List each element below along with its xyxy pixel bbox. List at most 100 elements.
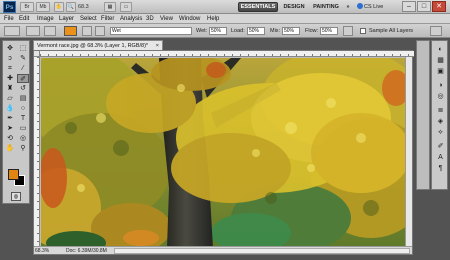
document-window: 68.3% Doc: 6.39M/30.8M	[33, 50, 414, 255]
load-label: Load:	[231, 28, 245, 34]
document-title: Vermont race.jpg @ 68.3% (Layer 1, RGB/8…	[37, 43, 149, 49]
horizontal-scrollbar[interactable]	[114, 248, 410, 254]
painted-tree-image	[41, 58, 407, 248]
masks-icon[interactable]: ◎	[435, 92, 446, 101]
cs-live-label: CS Live	[364, 4, 384, 10]
channels-icon[interactable]: ◈	[435, 117, 446, 126]
menu-filter[interactable]: Filter	[101, 14, 114, 24]
screen-mode-button[interactable]: ▭	[120, 2, 132, 12]
gradient-icon[interactable]: ▤	[17, 94, 29, 103]
paths-icon[interactable]: ⟡	[435, 128, 446, 137]
panel-dock: ◐ ▦ ▣ ◑ ◎ ≣ ◈ ⟡ ✐ A ¶	[431, 40, 448, 190]
tool-preset-picker[interactable]	[4, 26, 20, 36]
status-doc-size: Doc: 6.39M/30.8M	[66, 248, 107, 254]
application-bar: Ps Br Mb ✋ 🔍 68.3 ▦ ▭ ESSENTIALS DESIGN …	[0, 0, 450, 14]
menu-edit[interactable]: Edit	[19, 14, 29, 24]
photoshop-logo: Ps	[3, 1, 16, 13]
menu-image[interactable]: Image	[37, 14, 54, 24]
type-icon[interactable]: T	[17, 114, 29, 123]
tools-panel: ✥ ⬚ ↄ ✎ ⌗ ⁄ ✚ ✐ ♜ ↺ ▱ ▤ 💧 ○ ✒ T ➤ ▭ ⟲ ◎ …	[2, 40, 30, 204]
wet-label: Wet:	[196, 28, 208, 34]
clean-brush-icon[interactable]	[95, 26, 105, 36]
adjustments-icon[interactable]: ◑	[435, 81, 446, 90]
marquee-icon[interactable]: ⬚	[17, 44, 29, 53]
workspace-essentials[interactable]: ESSENTIALS	[238, 2, 278, 12]
document-tab[interactable]: Vermont race.jpg @ 68.3% (Layer 1, RGB/8…	[33, 40, 163, 50]
load-brush-icon[interactable]	[82, 26, 92, 36]
zoom-level[interactable]: 68.3	[78, 2, 100, 12]
status-zoom[interactable]: 68.3%	[35, 247, 49, 255]
quick-mask-icon[interactable]	[11, 192, 21, 201]
collapsed-panel-strip	[416, 40, 430, 190]
load-field[interactable]: 50%	[247, 27, 265, 35]
status-bar: 68.3% Doc: 6.39M/30.8M	[34, 246, 412, 254]
dodge-icon[interactable]: ○	[17, 104, 29, 113]
3d-rotate-icon[interactable]: ⟲	[4, 134, 16, 143]
menu-window[interactable]: Window	[179, 14, 200, 24]
color-panel-icon[interactable]: ◐	[435, 45, 446, 54]
crop-icon[interactable]: ⌗	[4, 64, 16, 73]
bridge-button[interactable]: Br	[20, 2, 34, 12]
cs-live-icon	[357, 3, 363, 9]
layers-icon[interactable]: ≣	[435, 106, 446, 115]
blur-icon[interactable]: 💧	[4, 104, 16, 113]
menu-layer[interactable]: Layer	[59, 14, 74, 24]
menu-analysis[interactable]: Analysis	[120, 14, 142, 24]
mix-field[interactable]: 50%	[282, 27, 300, 35]
blend-preset-select[interactable]: Wet	[110, 27, 192, 35]
close-button[interactable]: ✕	[432, 1, 446, 12]
workspace-design[interactable]: DESIGN	[281, 2, 307, 12]
paragraph-icon[interactable]: ¶	[435, 164, 446, 173]
shape-icon[interactable]: ▭	[17, 124, 29, 133]
flow-field[interactable]: 50%	[320, 27, 338, 35]
menu-file[interactable]: File	[4, 14, 14, 24]
wet-field[interactable]: 50%	[209, 27, 227, 35]
quick-select-icon[interactable]: ✎	[17, 54, 29, 63]
flow-label: Flow:	[305, 28, 319, 34]
menu-view[interactable]: View	[160, 14, 173, 24]
character-icon[interactable]: A	[435, 153, 446, 162]
sample-all-layers-checkbox[interactable]	[360, 28, 366, 34]
vertical-scrollbar[interactable]	[405, 57, 412, 248]
hand-icon[interactable]: ✋	[4, 144, 16, 153]
menu-select[interactable]: Select	[80, 14, 97, 24]
cs-live-button[interactable]: CS Live	[357, 2, 385, 12]
pen-icon[interactable]: ✒	[4, 114, 16, 123]
brush-preset-picker[interactable]	[26, 26, 40, 36]
3d-camera-icon[interactable]: ◎	[17, 134, 29, 143]
current-brush-load-swatch[interactable]	[64, 26, 77, 36]
swatches-icon[interactable]: ▦	[435, 56, 446, 65]
image-canvas[interactable]	[41, 58, 407, 248]
foreground-color-swatch[interactable]	[8, 169, 19, 180]
brush-panel-toggle[interactable]	[44, 26, 56, 36]
menu-help[interactable]: Help	[207, 14, 219, 24]
airbrush-icon[interactable]	[343, 26, 353, 36]
minimize-button[interactable]: –	[402, 1, 416, 12]
brush-presets-icon[interactable]: ✐	[435, 142, 446, 151]
more-workspaces-button[interactable]: »	[344, 2, 352, 12]
menu-3d[interactable]: 3D	[146, 14, 154, 24]
styles-icon[interactable]: ▣	[435, 67, 446, 76]
healing-brush-icon[interactable]: ✚	[4, 74, 16, 83]
zoom-icon[interactable]: ⚲	[17, 144, 29, 153]
clone-stamp-icon[interactable]: ♜	[4, 84, 16, 93]
mini-bridge-button[interactable]: Mb	[36, 2, 50, 12]
mixer-brush-icon[interactable]: ✐	[17, 74, 29, 83]
eyedropper-icon[interactable]: ⁄	[17, 64, 29, 73]
workspace-painting[interactable]: PAINTING	[310, 2, 342, 12]
maximize-button[interactable]: □	[417, 1, 431, 12]
lasso-icon[interactable]: ↄ	[4, 54, 16, 63]
mix-label: Mix:	[270, 28, 281, 34]
zoom-view-button[interactable]: 🔍	[66, 2, 76, 12]
arrange-documents-button[interactable]: ▦	[104, 2, 116, 12]
path-select-icon[interactable]: ➤	[4, 124, 16, 133]
eraser-icon[interactable]: ▱	[4, 94, 16, 103]
vertical-ruler[interactable]	[34, 57, 40, 248]
options-bar: Wet Wet: 50% Load: 50% Mix: 50% Flow: 50…	[0, 24, 450, 38]
tablet-pressure-icon[interactable]	[430, 26, 442, 36]
horizontal-ruler[interactable]	[40, 51, 414, 57]
photoshop-window: Ps Br Mb ✋ 🔍 68.3 ▦ ▭ ESSENTIALS DESIGN …	[0, 0, 450, 260]
move-icon[interactable]: ✥	[4, 44, 16, 53]
hand-view-button[interactable]: ✋	[54, 2, 64, 12]
history-brush-icon[interactable]: ↺	[17, 84, 29, 93]
